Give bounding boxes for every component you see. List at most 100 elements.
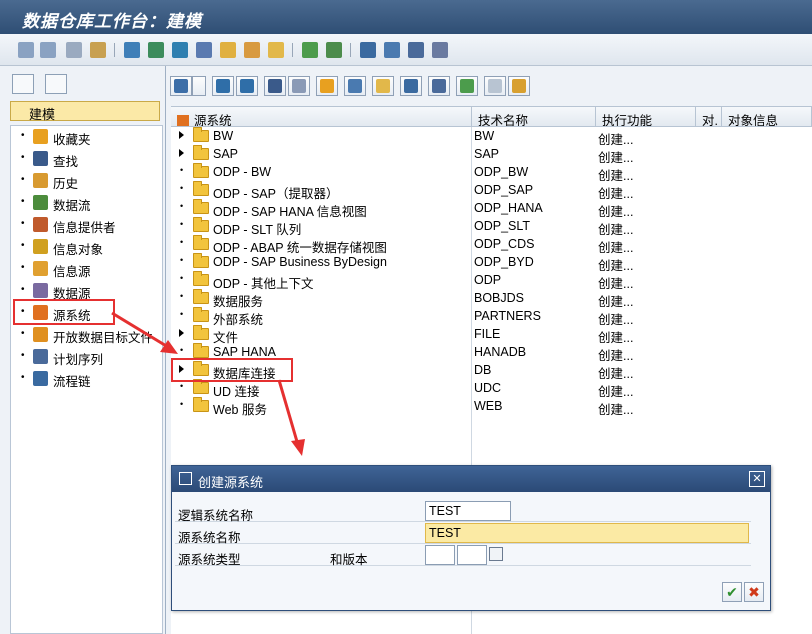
- forward-arrow-icon[interactable]: [40, 42, 56, 58]
- tree-row[interactable]: • ODP - SAP（提取器） ODP_SAP 创建...: [171, 181, 812, 201]
- network-icon[interactable]: [384, 42, 400, 58]
- technical-name: DB: [474, 363, 492, 377]
- info-button[interactable]: [400, 76, 422, 96]
- stack-button[interactable]: [456, 76, 478, 96]
- toolbar-separator: [114, 43, 115, 57]
- display-button[interactable]: [344, 76, 366, 96]
- expand-triangle-icon[interactable]: [179, 131, 184, 139]
- tree-row[interactable]: • ODP - ABAP 统一数据存储视图 ODP_CDS 创建...: [171, 235, 812, 255]
- process-chain-icon: [33, 371, 48, 386]
- tree-row[interactable]: SAP SAP 创建...: [171, 145, 812, 165]
- infoprovider-tool-icon[interactable]: [124, 42, 140, 58]
- logical-system-field[interactable]: TEST: [425, 501, 511, 521]
- bullet-icon: •: [180, 273, 184, 283]
- edit-object-icon[interactable]: [244, 42, 260, 58]
- confirm-button[interactable]: ✔: [722, 582, 742, 602]
- info-icon: [404, 79, 418, 93]
- technical-name: WEB: [474, 399, 503, 413]
- expand-pane-icon[interactable]: [12, 74, 34, 94]
- dialog-close-button[interactable]: ✕: [749, 471, 765, 487]
- bullet-icon: •: [180, 381, 184, 391]
- bullet-icon: •: [180, 291, 184, 301]
- refresh-button[interactable]: [170, 76, 192, 96]
- version-field[interactable]: [457, 545, 487, 565]
- favorite-button[interactable]: [316, 76, 338, 96]
- nav-item-dataflow[interactable]: • 数据流: [11, 192, 163, 213]
- title-bar: 数据仓库工作台：建模: [0, 0, 812, 34]
- value-help-icon[interactable]: [489, 547, 503, 561]
- nav-item-history[interactable]: • 历史: [11, 170, 163, 191]
- technical-name: ODP_BW: [474, 165, 529, 179]
- logical-system-label: 逻辑系统名称: [178, 509, 254, 523]
- tree-row[interactable]: • ODP - SLT 队列 ODP_SLT 创建...: [171, 217, 812, 237]
- delete-button[interactable]: [484, 76, 506, 96]
- tree-node-name: BW: [213, 129, 234, 143]
- execute-function[interactable]: 创建...: [598, 399, 633, 418]
- expand-icon: [240, 79, 254, 93]
- list-icon[interactable]: [66, 42, 82, 58]
- dropdown-button[interactable]: [192, 76, 206, 96]
- binoculars-icon: [268, 79, 282, 93]
- nav-item-infosource[interactable]: • 信息源: [11, 258, 163, 279]
- tree-row[interactable]: • ODP - SAP HANA 信息视图 ODP_HANA 创建...: [171, 199, 812, 219]
- find-button[interactable]: [264, 76, 286, 96]
- nav-item-favorites[interactable]: • 收藏夹: [11, 126, 163, 147]
- document-icon[interactable]: [326, 42, 342, 58]
- source-system-name-field[interactable]: TEST: [425, 523, 749, 543]
- tree-row[interactable]: • 数据服务 BOBJDS 创建...: [171, 289, 812, 309]
- link-icon[interactable]: [360, 42, 376, 58]
- col-header-source[interactable]: 源系统: [171, 107, 472, 127]
- lock-button[interactable]: [508, 76, 530, 96]
- folder-icon: [193, 397, 209, 412]
- infocube-icon[interactable]: [148, 42, 164, 58]
- expand-triangle-icon[interactable]: [179, 149, 184, 157]
- source-system-type-field[interactable]: [425, 545, 455, 565]
- nav-item-schedule[interactable]: • 计划序列: [11, 346, 163, 367]
- close-pane-icon[interactable]: [45, 74, 67, 94]
- nav-item-datasource[interactable]: • 数据源: [11, 280, 163, 301]
- navigation-pane: 建模 • 收藏夹 • 查找 • 历史 • 数据流 • 信息提供者 • 信息对象 • 信息源 •…: [0, 66, 166, 634]
- nav-item-infoobject[interactable]: • 信息对象: [11, 236, 163, 257]
- nav-item-process-chain[interactable]: • 流程链: [11, 368, 163, 389]
- hierarchy-icon[interactable]: [90, 42, 106, 58]
- find-next-button[interactable]: [288, 76, 310, 96]
- open-hub-icon: [33, 327, 48, 342]
- cancel-button[interactable]: ✖: [744, 582, 764, 602]
- tools-icon[interactable]: [432, 42, 448, 58]
- bullet-icon: •: [180, 165, 184, 175]
- tree-row[interactable]: BW BW 创建...: [171, 127, 812, 147]
- jump-button[interactable]: [428, 76, 450, 96]
- schedule-icon: [33, 349, 48, 364]
- tree-row[interactable]: • Web 服务 WEB 创建...: [171, 397, 812, 418]
- tree-row[interactable]: • ODP - SAP Business ByDesign ODP_BYD 创建...: [171, 253, 812, 273]
- col-header-objinfo[interactable]: 对象信息: [722, 107, 812, 127]
- tree-row[interactable]: • ODP - BW ODP_BW 创建...: [171, 163, 812, 183]
- folder-icon: [193, 127, 209, 142]
- expand-button[interactable]: [236, 76, 258, 96]
- cube-icon[interactable]: [172, 42, 188, 58]
- collapse-icon: [216, 79, 230, 93]
- collapse-button[interactable]: [212, 76, 234, 96]
- database-icon[interactable]: [196, 42, 212, 58]
- nav-item-infoprovider[interactable]: • 信息提供者: [11, 214, 163, 235]
- lock-icon: [512, 79, 526, 93]
- object-tree-icon[interactable]: [408, 42, 424, 58]
- infoobject-tool-icon[interactable]: [220, 42, 236, 58]
- binoculars-icon: [33, 151, 48, 166]
- nav-item-find[interactable]: • 查找: [11, 148, 163, 169]
- col-header-obj[interactable]: 对.: [696, 107, 722, 127]
- tree-row[interactable]: 文件 FILE 创建...: [171, 325, 812, 345]
- folder-button[interactable]: [372, 76, 394, 96]
- folder-icon: [193, 325, 209, 340]
- expand-triangle-icon[interactable]: [179, 329, 184, 337]
- back-arrow-icon[interactable]: [18, 42, 34, 58]
- nav-item-open-hub[interactable]: • 开放数据目标文件: [11, 324, 163, 345]
- tree-node-name: SAP: [213, 147, 239, 161]
- tree-row[interactable]: • 外部系统 PARTNERS 创建...: [171, 307, 812, 327]
- col-header-tech[interactable]: 技术名称: [472, 107, 596, 127]
- folder-icon: [193, 379, 209, 394]
- col-header-func[interactable]: 执行功能: [596, 107, 696, 127]
- transport-icon[interactable]: [302, 42, 318, 58]
- wizard-icon[interactable]: [268, 42, 284, 58]
- tree-row[interactable]: • ODP - 其他上下文 ODP 创建...: [171, 271, 812, 291]
